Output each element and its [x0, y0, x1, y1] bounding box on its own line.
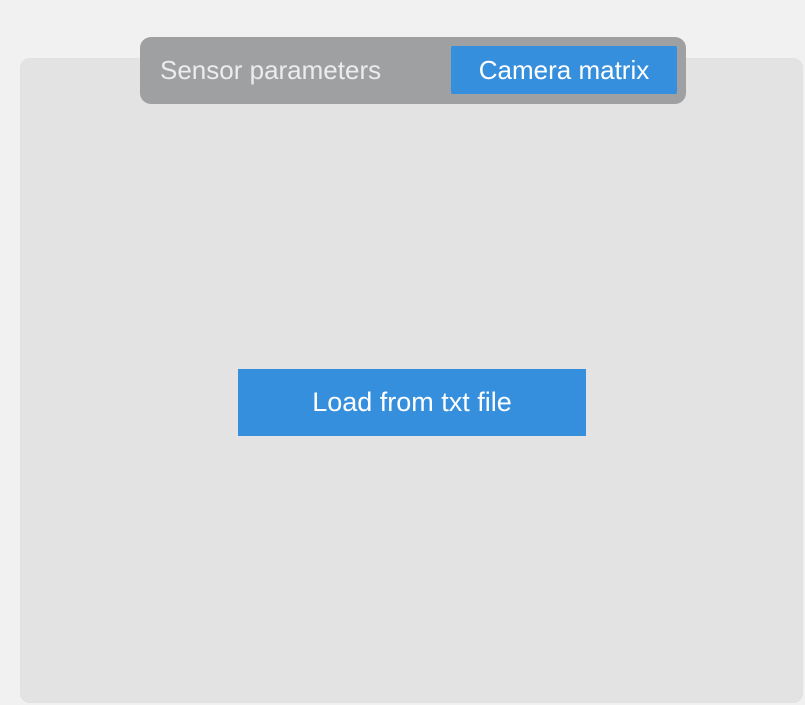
tab-sensor-parameters[interactable]: Sensor parameters	[160, 46, 435, 94]
tab-camera-matrix[interactable]: Camera matrix	[451, 46, 677, 94]
tab-switch: Sensor parameters Camera matrix	[140, 37, 686, 104]
load-from-txt-file-button[interactable]: Load from txt file	[238, 369, 586, 436]
